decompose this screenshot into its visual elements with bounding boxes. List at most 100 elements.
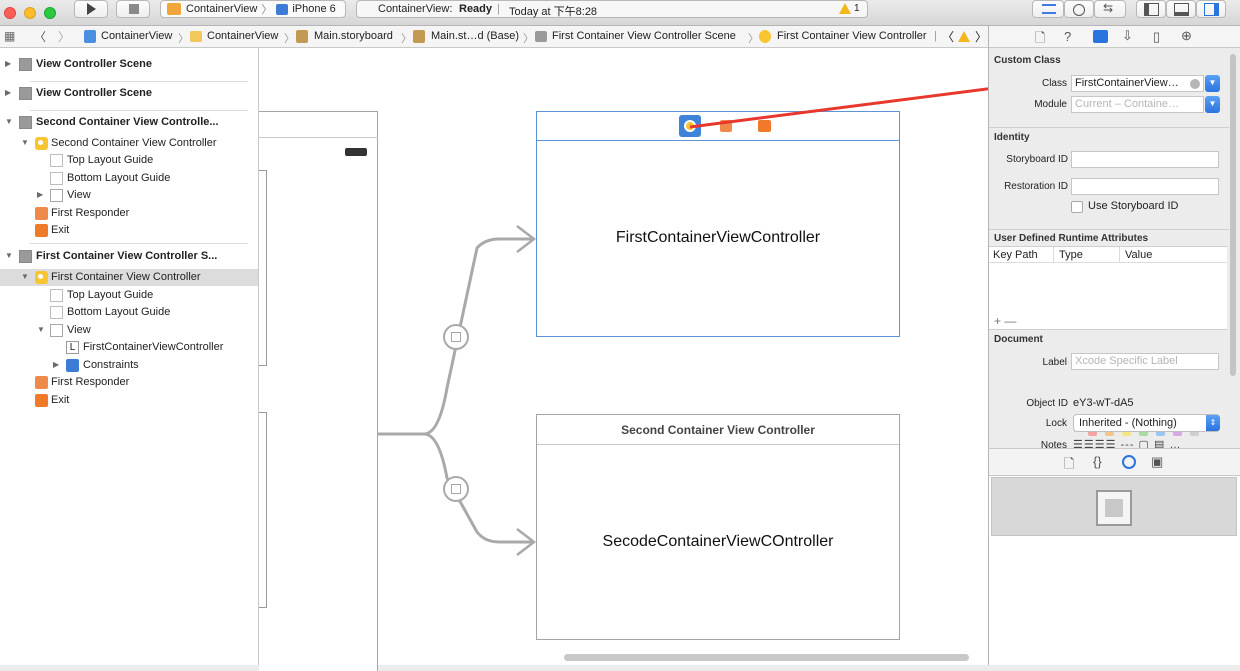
storyboard-canvas[interactable]: FirstContainerViewController Second Cont…: [259, 48, 988, 671]
outline-row[interactable]: ▼ View: [0, 322, 258, 339]
storyboard-file-icon: [296, 30, 308, 43]
runtime-attributes-table[interactable]: Key Path Type Value: [989, 246, 1227, 330]
breadcrumb-project[interactable]: ContainerView: [101, 30, 172, 42]
outline-row[interactable]: ▼ Second Container View Controller: [0, 135, 258, 152]
scene-icon: [19, 116, 32, 129]
disclosure-triangle-icon[interactable]: ▼: [21, 272, 29, 281]
outline-row[interactable]: ▶ View Controller Scene: [0, 56, 258, 73]
disclosure-triangle-icon[interactable]: ▶: [5, 59, 11, 68]
minimize-window-button[interactable]: [24, 7, 36, 19]
toggle-utilities-button[interactable]: [1196, 0, 1226, 18]
outline-row-selected[interactable]: ▼ First Container View Controller: [0, 269, 258, 286]
outline-row[interactable]: L FirstContainerViewController: [0, 339, 258, 356]
second-container-view-controller[interactable]: Second Container View Controller SecodeC…: [536, 414, 900, 640]
stop-button[interactable]: [116, 0, 150, 18]
disclosure-triangle-icon[interactable]: ▶: [53, 360, 59, 369]
media-library-icon[interactable]: ▣: [1151, 454, 1163, 470]
object-library-icon[interactable]: [1122, 455, 1136, 469]
outline-row[interactable]: ▼ First Container View Controller S...: [0, 248, 258, 265]
disclosure-triangle-icon[interactable]: ▶: [37, 190, 43, 199]
vertical-scrollbar[interactable]: [1230, 54, 1236, 376]
version-editor-button[interactable]: ⇆: [1094, 0, 1126, 18]
disclosure-triangle-icon[interactable]: ▼: [21, 138, 29, 147]
quick-help-icon[interactable]: ?: [1064, 29, 1071, 44]
horizontal-scrollbar[interactable]: [564, 654, 969, 661]
device-icon: [276, 3, 289, 15]
disclosure-triangle-icon[interactable]: ▶: [5, 88, 11, 97]
identity-inspector-icon[interactable]: [1093, 30, 1108, 43]
xcode-app-icon: [167, 3, 181, 15]
code-snippet-icon[interactable]: {}: [1093, 454, 1102, 469]
related-items-icon[interactable]: ▦: [4, 29, 15, 43]
status-divider: |: [497, 3, 500, 15]
column-value[interactable]: Value: [1125, 249, 1152, 261]
outline-row[interactable]: Top Layout Guide: [0, 287, 258, 304]
scheme-device: iPhone 6: [292, 3, 336, 15]
utilities-panel-icon: [1204, 3, 1219, 16]
outline-row[interactable]: Bottom Layout Guide: [0, 170, 258, 187]
outline-row[interactable]: ▶ View Controller Scene: [0, 85, 258, 102]
outline-row[interactable]: ▶ View: [0, 187, 258, 204]
warning-icon[interactable]: [958, 31, 970, 42]
disclosure-triangle-icon[interactable]: ▼: [5, 117, 13, 126]
breadcrumb-group[interactable]: ContainerView: [207, 30, 278, 42]
zoom-window-button[interactable]: [44, 7, 56, 19]
embed-segue-icon[interactable]: [443, 324, 469, 350]
outline-row[interactable]: First Responder: [0, 205, 258, 222]
breadcrumb-scene[interactable]: First Container View Controller Scene: [552, 30, 736, 42]
outline-row[interactable]: ▶ Constraints: [0, 357, 258, 374]
disclosure-triangle-icon[interactable]: ▼: [37, 325, 45, 334]
scheme-selector[interactable]: ContainerView 〉 iPhone 6: [160, 0, 346, 18]
breadcrumb-storyboard[interactable]: Main.storyboard: [314, 30, 393, 42]
outline-row[interactable]: ▼ Second Container View Controlle...: [0, 114, 258, 131]
notes-format-toolbar[interactable]: ☰☰☰☰ --- ▢ ▤ …: [1073, 438, 1223, 448]
restoration-id-field[interactable]: [1071, 178, 1219, 195]
warning-icon[interactable]: [839, 3, 851, 14]
jump-bar: ▦ 〈 〉 ContainerView 〉 ContainerView 〉 Ma…: [0, 26, 988, 48]
attributes-inspector-icon[interactable]: ⇩: [1122, 28, 1133, 44]
forward-button[interactable]: 〉: [58, 28, 70, 45]
use-storyboard-id-checkbox[interactable]: [1071, 201, 1083, 213]
back-button[interactable]: 〈: [34, 28, 46, 45]
outline-label: Bottom Layout Guide: [67, 172, 171, 184]
column-key-path[interactable]: Key Path: [993, 249, 1038, 261]
toggle-navigator-button[interactable]: [1136, 0, 1166, 18]
lock-popup[interactable]: Inherited - (Nothing) ⇕: [1073, 414, 1220, 432]
disclosure-triangle-icon[interactable]: ▼: [5, 251, 13, 260]
label-field[interactable]: Xcode Specific Label: [1071, 353, 1219, 370]
project-icon: [84, 30, 96, 43]
outline-row[interactable]: First Responder: [0, 374, 258, 391]
second-vc-header: Second Container View Controller: [537, 415, 899, 445]
standard-editor-button[interactable]: [1032, 0, 1064, 18]
breadcrumb-storyboard-base[interactable]: Main.st…d (Base): [431, 30, 519, 42]
run-button[interactable]: [74, 0, 108, 18]
outline-row[interactable]: Top Layout Guide: [0, 152, 258, 169]
outline-row[interactable]: Exit: [0, 222, 258, 239]
go-to-class-icon[interactable]: [1190, 79, 1200, 89]
class-dropdown-button[interactable]: ▼: [1205, 75, 1220, 92]
size-inspector-icon[interactable]: ▯: [1153, 29, 1160, 45]
module-field[interactable]: Current – Containe…: [1071, 96, 1204, 113]
storyboard-id-field[interactable]: [1071, 151, 1219, 168]
add-remove-buttons[interactable]: + —: [994, 314, 1016, 328]
first-container-view-controller[interactable]: FirstContainerViewController: [536, 111, 900, 337]
class-field[interactable]: FirstContainerView…: [1071, 75, 1204, 92]
column-type[interactable]: Type: [1059, 249, 1083, 261]
object-library: [988, 476, 1240, 665]
debug-panel-icon: [1174, 3, 1189, 16]
next-issue-button[interactable]: 〉: [975, 28, 987, 45]
outline-row[interactable]: Bottom Layout Guide: [0, 304, 258, 321]
outline-row[interactable]: Exit: [0, 392, 258, 409]
connections-inspector-icon[interactable]: ⊕: [1181, 28, 1192, 44]
module-dropdown-button[interactable]: ▼: [1205, 96, 1220, 113]
library-item-selected[interactable]: [991, 477, 1237, 536]
previous-issue-button[interactable]: 〈: [942, 28, 954, 45]
assistant-editor-button[interactable]: [1064, 0, 1094, 18]
first-responder-icon: [35, 207, 48, 220]
toggle-debug-button[interactable]: [1166, 0, 1196, 18]
first-vc-label: FirstContainerViewController: [615, 229, 821, 246]
file-template-icon[interactable]: 🗋: [1064, 455, 1074, 477]
close-window-button[interactable]: [4, 7, 16, 19]
embed-segue-icon[interactable]: [443, 476, 469, 502]
breadcrumb-view-controller[interactable]: First Container View Controller: [777, 30, 927, 42]
